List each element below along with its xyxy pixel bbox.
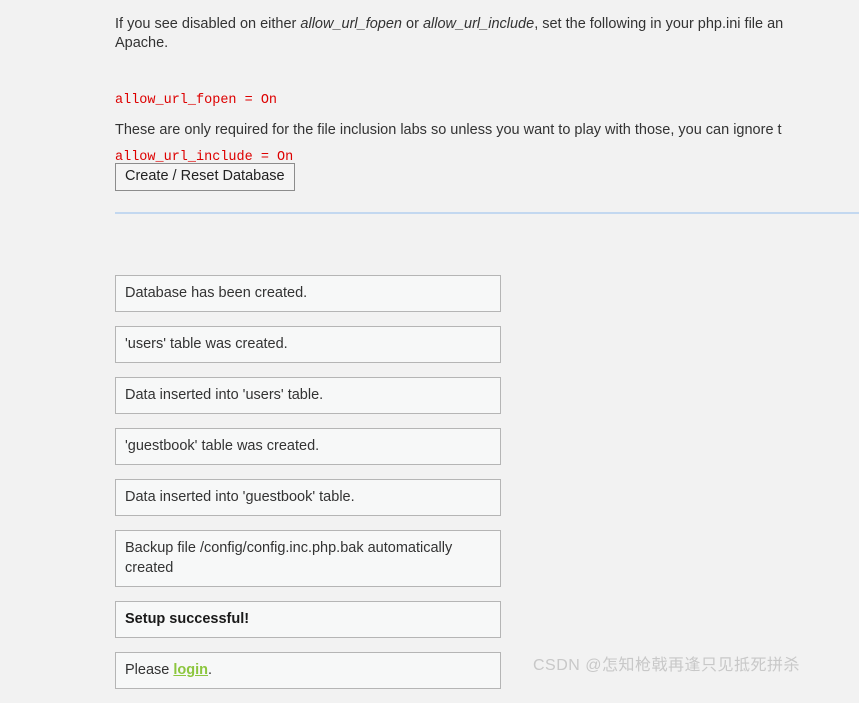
param-allow-url-include: allow_url_include — [422, 15, 535, 32]
param-allow-url-fopen: allow_url_fopen — [300, 15, 402, 32]
intro-text-after: , set the following in your php.ini file… — [534, 15, 784, 32]
section-divider — [115, 212, 859, 214]
list-item: Data inserted into 'users' table. — [115, 377, 501, 414]
setup-results-list: Database has been created. 'users' table… — [115, 275, 501, 703]
list-item-setup-successful: Setup successful! — [115, 601, 501, 638]
list-item: 'users' table was created. — [115, 326, 501, 363]
login-link[interactable]: login — [173, 662, 208, 678]
list-item-backup-file: Backup file /config/config.inc.php.bak a… — [115, 530, 501, 587]
list-item-login-prompt: Please login. — [115, 652, 501, 689]
intro-line-two: Apache. — [115, 34, 169, 51]
list-item: Data inserted into 'guestbook' table. — [115, 479, 501, 516]
intro-text-between: or — [401, 15, 423, 32]
login-prompt-prefix: Please — [125, 662, 174, 678]
create-reset-database-button[interactable]: Create / Reset Database — [115, 163, 295, 191]
login-prompt-suffix: . — [208, 662, 213, 678]
csdn-watermark: CSDN @怎知枪戟再逢只见抵死拼杀 — [533, 657, 801, 674]
list-item: Database has been created. — [115, 275, 501, 312]
page-content: If you see disabled on either allow_url_… — [115, 0, 859, 689]
list-item: 'guestbook' table was created. — [115, 428, 501, 465]
intro-paragraph: If you see disabled on either allow_url_… — [115, 15, 859, 53]
note-paragraph: These are only required for the file inc… — [115, 121, 782, 138]
code-line-allow-url-fopen: allow_url_fopen = On — [115, 93, 278, 108]
intro-text-before: If you see disabled on either — [115, 15, 301, 32]
